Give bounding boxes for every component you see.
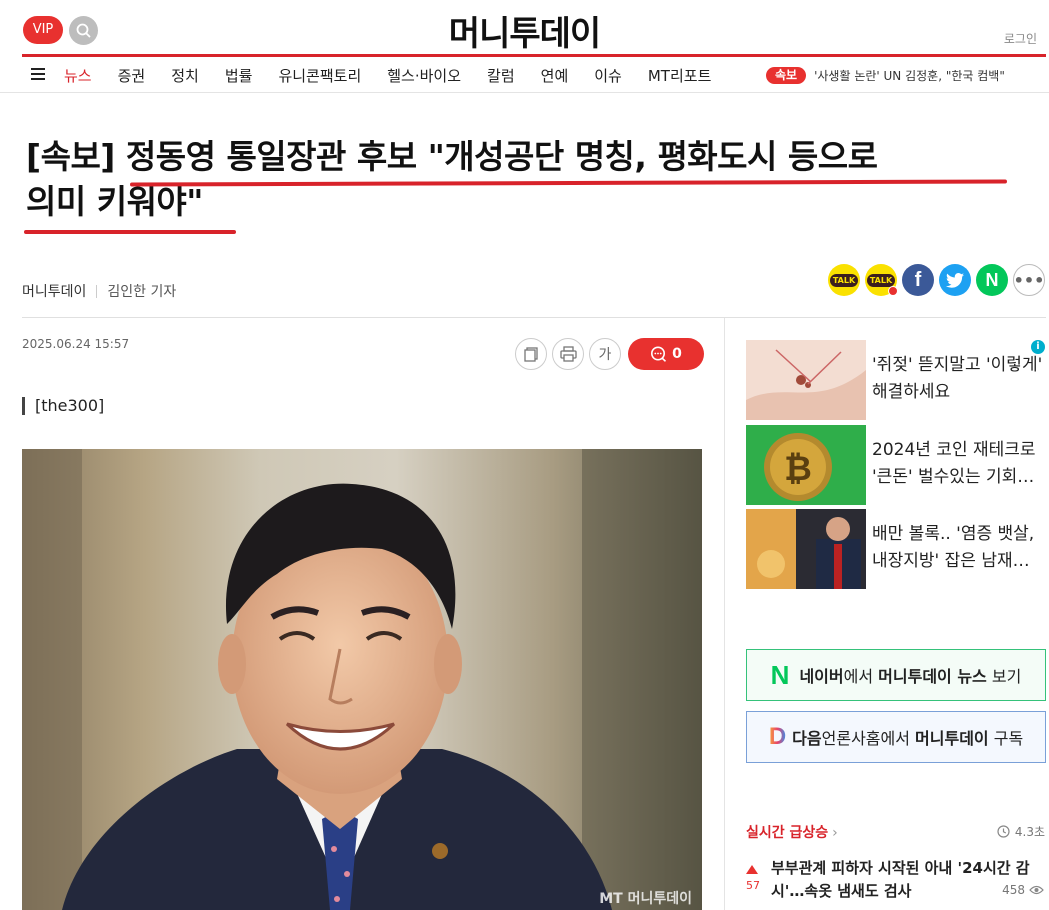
column-divider — [724, 318, 725, 910]
copy-icon — [524, 347, 538, 362]
kakaotalk-icon[interactable]: TALK — [828, 264, 860, 296]
daum-cta-suffix: 구독 — [988, 729, 1024, 748]
twitter-icon[interactable] — [939, 264, 971, 296]
print-button[interactable] — [552, 338, 584, 370]
sidebar-ad-3[interactable]: 배만 볼록.. '염증 뱃살, 내장지방' 잡은 남재… — [746, 509, 1046, 589]
headline-line-2: 의미 키워야" — [26, 182, 203, 221]
naver-logo-icon: N — [770, 659, 790, 690]
article-date: 2025.06.24 15:57 — [22, 337, 130, 351]
ad-text[interactable]: '쥐젖' 뜯지말고 '이렇게' 해결하세요 — [872, 352, 1044, 406]
trending-views: 458 — [1002, 883, 1044, 897]
comment-button[interactable]: 0 — [628, 338, 704, 370]
nav-item-entertainment[interactable]: 연예 — [541, 65, 569, 86]
naver-cta-prefix: 네이버 — [799, 667, 844, 686]
byline: 머니투데이 김인한 기자 — [22, 281, 176, 301]
ad-text[interactable]: 배만 볼록.. '염증 뱃살, 내장지방' 잡은 남재… — [872, 521, 1044, 575]
rank-up-icon — [746, 865, 758, 874]
daum-cta-brand: 머니투데이 — [915, 729, 989, 748]
site-header: VIP 머니투데이 로그인 — [0, 0, 1049, 58]
naver-cta-brand: 머니투데이 뉴스 — [878, 667, 987, 686]
kakaostory-icon[interactable]: TALK — [865, 264, 898, 296]
comment-icon — [651, 346, 667, 362]
article-photo[interactable]: MT 머니투데이 — [22, 449, 702, 910]
nav-item-unicorn-factory[interactable]: 유니콘팩토리 — [278, 65, 361, 86]
copy-url-button[interactable] — [515, 338, 547, 370]
breaking-news-ticker[interactable]: 속보 '사생활 논란' UN 김정훈, "한국 컴백" — [766, 67, 1005, 84]
breaking-badge: 속보 — [766, 67, 807, 84]
photo-watermark: MT 머니투데이 — [599, 891, 692, 907]
view-count: 458 — [1002, 883, 1025, 897]
nav-item-column[interactable]: 칼럼 — [487, 65, 515, 86]
trending-headline[interactable]: 부부관계 피하자 시작된 아내 '24시간 감시'…속옷 냄새도 검사 — [771, 857, 1041, 903]
svg-text:₿: ₿ — [784, 450, 812, 488]
trending-time-text: 4.3초 — [1014, 825, 1045, 839]
nav-item-health-bio[interactable]: 헬스·바이오 — [387, 65, 461, 86]
chevron-right-icon: › — [832, 825, 838, 841]
share-bar: TALK TALK f N ••• — [828, 264, 1049, 296]
nav-item-politics[interactable]: 정치 — [171, 65, 199, 86]
kicker-text: [the300] — [35, 396, 105, 415]
sidebar-ad-2[interactable]: ₿ 2024년 코인 재테크로 '큰돈' 벌수있는 기회… — [746, 425, 1046, 505]
nav-item-news[interactable]: 뉴스 — [64, 65, 92, 86]
nav-items: 뉴스 증권 정치 법률 유니콘팩토리 헬스·바이오 칼럼 연예 이슈 MT리포트 — [64, 65, 737, 86]
trending-title[interactable]: 실시간 급상승 › — [746, 822, 838, 842]
headline-line-1: [속보] 정동영 통일장관 후보 "개성공단 명칭, 평화도시 등으로 — [26, 137, 878, 176]
ad-thumbnail — [746, 509, 866, 589]
publisher-name: 머니투데이 — [22, 284, 87, 300]
nav-item-mt-report[interactable]: MT리포트 — [648, 65, 712, 86]
login-link[interactable]: 로그인 — [1004, 30, 1037, 47]
ad-thumbnail: ₿ — [746, 425, 866, 505]
menu-icon[interactable] — [31, 68, 45, 80]
naver-cta-mid: 에서 — [843, 667, 879, 686]
eye-icon — [1029, 885, 1044, 895]
daum-cta-prefix: 다음 — [792, 729, 822, 748]
byline-divider — [22, 317, 1046, 318]
nav-item-law[interactable]: 법률 — [225, 65, 253, 86]
naver-icon[interactable]: N — [976, 264, 1008, 296]
clock-icon — [997, 825, 1010, 838]
daum-logo-icon: D — [768, 723, 787, 750]
sidebar-ad-1[interactable]: '쥐젖' 뜯지말고 '이렇게' 해결하세요 — [746, 340, 1046, 420]
naver-cta-suffix: 보기 — [986, 667, 1022, 686]
print-icon — [559, 346, 577, 362]
daum-subscribe-button[interactable]: D 다음 언론사홈에서 머니투데이 구독 — [746, 711, 1046, 763]
headline-underline — [24, 230, 236, 234]
trending-title-text: 실시간 급상승 — [746, 825, 829, 841]
reporter-name[interactable]: 김인한 기자 — [107, 281, 176, 301]
breaking-headline[interactable]: '사생활 논란' UN 김정훈, "한국 컴백" — [814, 67, 1005, 84]
site-logo[interactable]: 머니투데이 — [0, 6, 1049, 55]
article-kicker: [the300] — [22, 396, 104, 415]
ad-thumbnail — [746, 340, 866, 420]
facebook-icon[interactable]: f — [902, 264, 934, 296]
main-nav: 뉴스 증권 정치 법률 유니콘팩토리 헬스·바이오 칼럼 연예 이슈 MT리포트… — [0, 57, 1049, 93]
ad-text[interactable]: 2024년 코인 재테크로 '큰돈' 벌수있는 기회… — [872, 437, 1044, 491]
naver-subscribe-button[interactable]: N 네이버 에서 머니투데이 뉴스 보기 — [746, 649, 1046, 701]
daum-cta-mid: 언론사홈에서 — [821, 729, 916, 748]
font-size-button[interactable]: 가 — [589, 338, 621, 370]
nav-item-issue[interactable]: 이슈 — [594, 65, 622, 86]
article-tools: 가 0 — [515, 338, 704, 370]
nav-item-stocks[interactable]: 증권 — [118, 65, 146, 86]
rank-change: 57 — [746, 879, 760, 892]
comment-count: 0 — [672, 346, 682, 362]
more-icon[interactable]: ••• — [1013, 264, 1045, 296]
trending-update-time: 4.3초 — [997, 823, 1045, 840]
byline-divider — [96, 284, 98, 298]
portrait-illustration — [22, 449, 702, 910]
